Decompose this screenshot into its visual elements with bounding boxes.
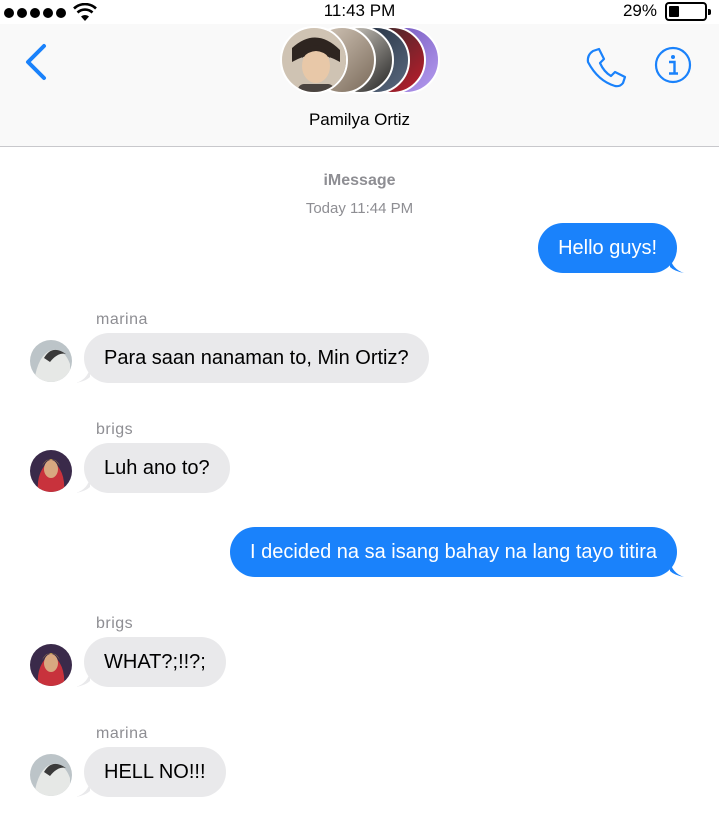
sender-name: brigs bbox=[96, 421, 134, 438]
sender-name: marina bbox=[96, 311, 148, 328]
member-avatar bbox=[280, 26, 348, 94]
service-label: iMessage bbox=[323, 172, 396, 189]
group-avatar-stack[interactable] bbox=[278, 26, 440, 98]
sender-name: marina bbox=[96, 725, 148, 742]
info-icon[interactable] bbox=[654, 46, 692, 84]
bubble-tail bbox=[670, 561, 684, 577]
message-text: Para saan nanaman to, Min Ortiz? bbox=[104, 347, 409, 369]
bubble-tail bbox=[76, 367, 90, 383]
message-text: I decided na sa isang bahay na lang tayo… bbox=[250, 541, 657, 563]
thread-timestamp: Today 11:44 PM bbox=[305, 200, 414, 217]
status-time: 11:43 PM bbox=[323, 1, 396, 20]
incoming-message-bubble[interactable]: HELL NO!!! bbox=[84, 747, 226, 797]
contact-avatar-brigs[interactable] bbox=[30, 450, 72, 492]
message-text: WHAT?;!!?; bbox=[104, 651, 206, 673]
bubble-tail bbox=[76, 781, 90, 797]
battery-percent: 29% bbox=[622, 1, 657, 20]
incoming-message-bubble[interactable]: Para saan nanaman to, Min Ortiz? bbox=[84, 333, 429, 383]
status-bar: 11:43 PM 29% bbox=[0, 0, 719, 24]
sender-name: brigs bbox=[96, 615, 134, 632]
incoming-message-bubble[interactable]: Luh ano to? bbox=[84, 443, 230, 493]
incoming-message-bubble[interactable]: WHAT?;!!?; bbox=[84, 637, 226, 687]
bubble-tail bbox=[76, 477, 90, 493]
outgoing-message-bubble[interactable]: I decided na sa isang bahay na lang tayo… bbox=[230, 527, 677, 577]
chevron-left-icon[interactable] bbox=[20, 42, 54, 82]
contact-avatar-marina[interactable] bbox=[30, 754, 72, 796]
outgoing-message-bubble[interactable]: Hello guys! bbox=[538, 223, 677, 273]
battery-icon bbox=[665, 2, 711, 21]
bubble-tail bbox=[76, 671, 90, 687]
conversation-header: Pamilya Ortiz bbox=[0, 24, 719, 147]
contact-avatar-marina[interactable] bbox=[30, 340, 72, 382]
message-text: HELL NO!!! bbox=[104, 761, 206, 783]
bubble-tail bbox=[670, 257, 684, 273]
group-name[interactable]: Pamilya Ortiz bbox=[0, 110, 719, 130]
message-text: Hello guys! bbox=[558, 237, 657, 259]
message-text: Luh ano to? bbox=[104, 457, 210, 479]
contact-avatar-brigs[interactable] bbox=[30, 644, 72, 686]
phone-icon[interactable] bbox=[584, 45, 628, 89]
